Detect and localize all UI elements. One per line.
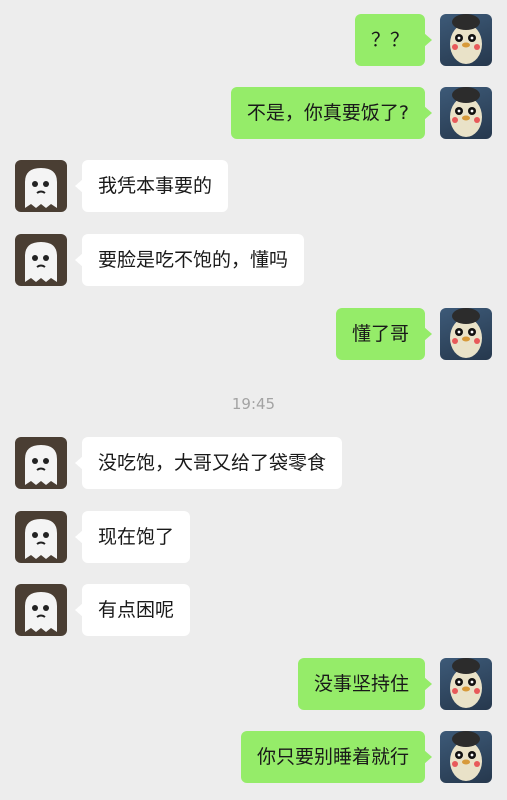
penguin-avatar[interactable]: [440, 658, 492, 710]
message-bubble-received[interactable]: 没吃饱，大哥又给了袋零食: [74, 437, 343, 489]
penguin-avatar[interactable]: [440, 87, 492, 139]
ghost-avatar[interactable]: [15, 234, 67, 286]
message-bubble-sent[interactable]: 你只要别睡着就行: [240, 731, 433, 783]
message-bubble-sent[interactable]: 不是，你真要饭了?: [230, 87, 433, 139]
ghost-avatar[interactable]: [15, 437, 67, 489]
ghost-avatar[interactable]: [15, 160, 67, 212]
message-bubble-received[interactable]: 有点困呢: [74, 584, 191, 636]
message-bubble-sent[interactable]: ？？: [354, 14, 433, 66]
penguin-avatar[interactable]: [440, 731, 492, 783]
message-bubble-received[interactable]: 现在饱了: [74, 511, 191, 563]
message-timestamp: 19:45: [231, 395, 276, 413]
message-bubble-sent[interactable]: 懂了哥: [335, 308, 433, 360]
penguin-avatar[interactable]: [440, 14, 492, 66]
penguin-avatar[interactable]: [440, 308, 492, 360]
message-bubble-received[interactable]: 要脸是吃不饱的，懂吗: [74, 234, 305, 286]
message-bubble-received[interactable]: 我凭本事要的: [74, 160, 229, 212]
message-bubble-sent[interactable]: 没事坚持住: [297, 658, 433, 710]
ghost-avatar[interactable]: [15, 584, 67, 636]
ghost-avatar[interactable]: [15, 511, 67, 563]
